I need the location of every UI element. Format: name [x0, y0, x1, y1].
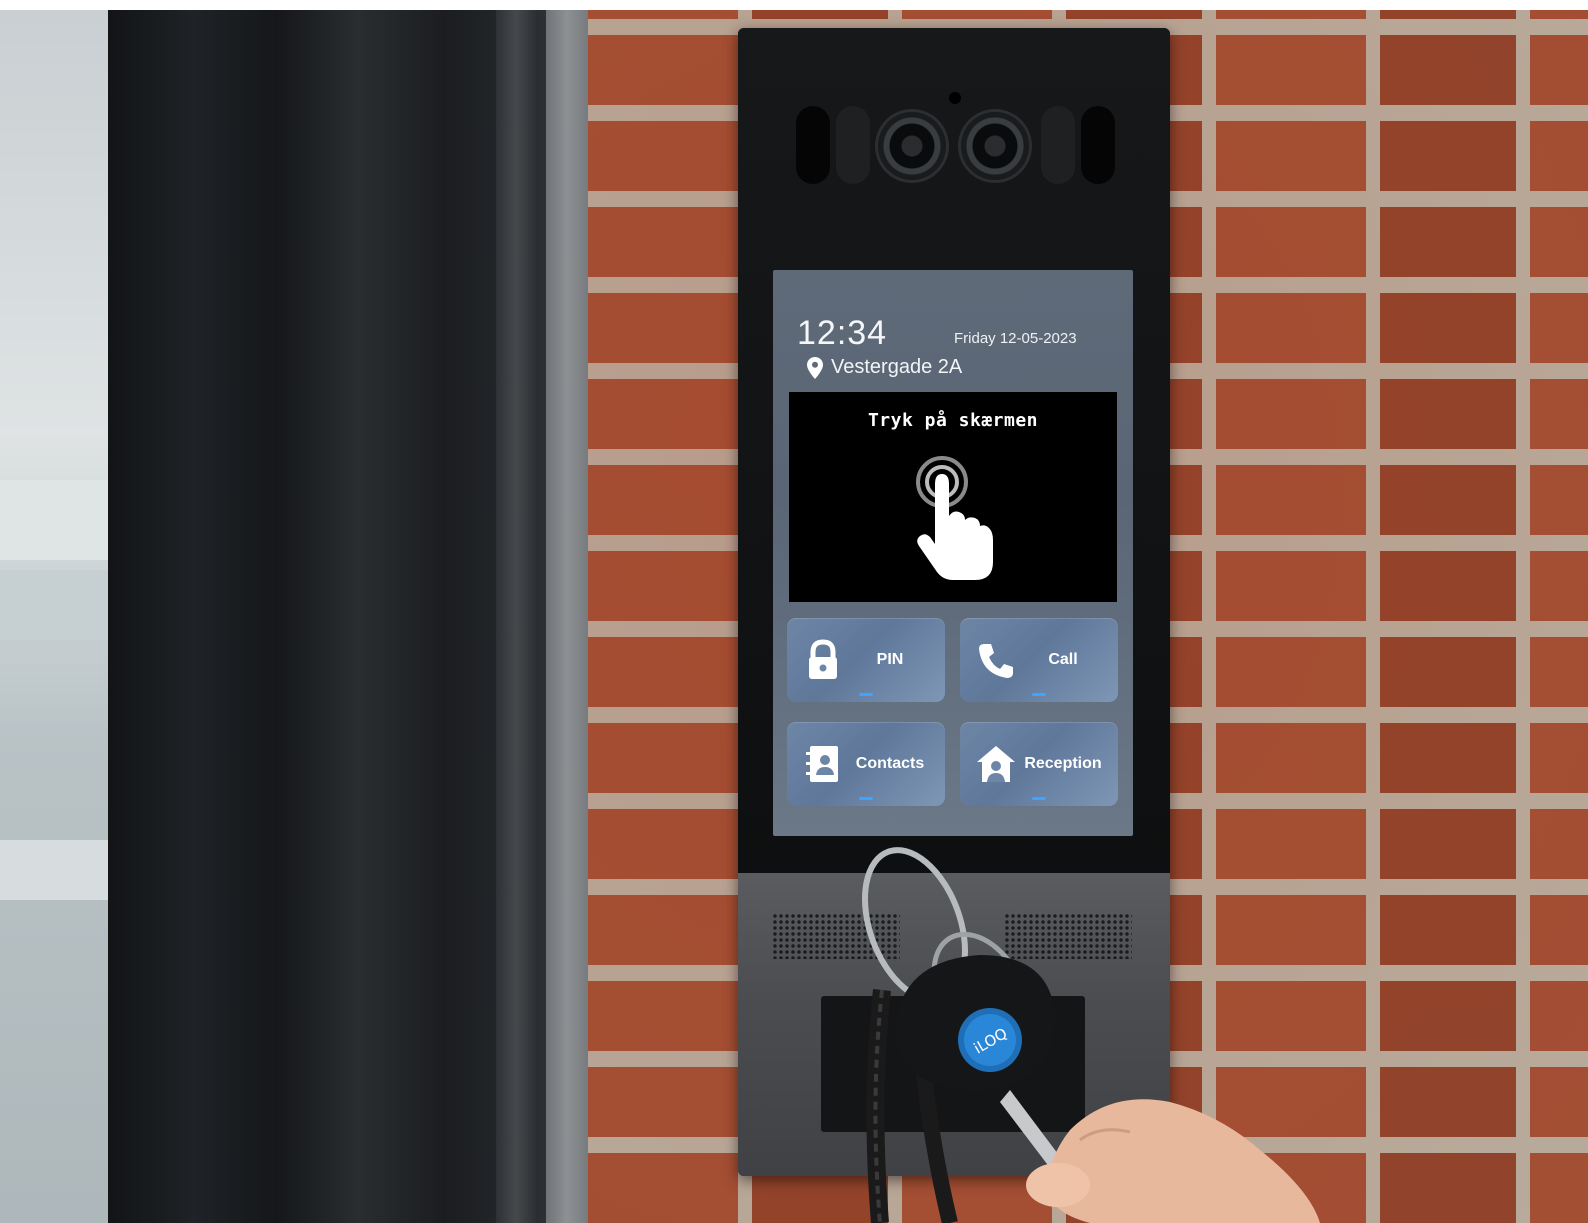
door-frame — [108, 10, 588, 1223]
call-button-label: Call — [1048, 651, 1078, 668]
camera-lens-left — [878, 112, 946, 180]
phone-icon — [979, 644, 1013, 678]
clock: 12:34 — [797, 314, 888, 352]
touch-prompt-text: Tryk på skærmen — [867, 410, 1039, 431]
contacts-icon — [806, 746, 838, 782]
action-buttons: PIN Call Contacts Reception — [787, 618, 1121, 808]
lock-icon — [809, 639, 837, 679]
light-sensor — [949, 92, 961, 104]
location-pin-icon — [807, 356, 823, 379]
touch-screen-prompt[interactable]: Tryk på skærmen — [789, 392, 1117, 602]
reception-button-label: Reception — [1024, 755, 1102, 772]
reception-icon — [977, 746, 1015, 782]
panel-upper-section: 12:34 Friday 12-05-2023 Vestergade 2A Tr… — [738, 28, 1170, 873]
camera-lens-right — [961, 112, 1029, 180]
contacts-button[interactable]: Contacts — [787, 722, 945, 806]
pin-button-label: PIN — [876, 651, 904, 668]
call-button[interactable]: Call — [960, 618, 1118, 702]
reception-button[interactable]: Reception — [960, 722, 1118, 806]
window-background — [0, 10, 108, 1223]
status-bar: 12:34 Friday 12-05-2023 Vestergade 2A — [773, 270, 1133, 390]
contacts-button-label: Contacts — [855, 755, 925, 772]
intercom-screen: 12:34 Friday 12-05-2023 Vestergade 2A Tr… — [773, 270, 1133, 836]
date-label: Friday 12-05-2023 — [954, 330, 1077, 347]
pin-button[interactable]: PIN — [787, 618, 945, 702]
location-text: Vestergade 2A — [831, 356, 963, 378]
location-label: Vestergade 2A — [807, 356, 962, 379]
tap-hand-icon — [916, 456, 993, 580]
keys-and-hand: iLOQ — [862, 847, 1320, 1223]
